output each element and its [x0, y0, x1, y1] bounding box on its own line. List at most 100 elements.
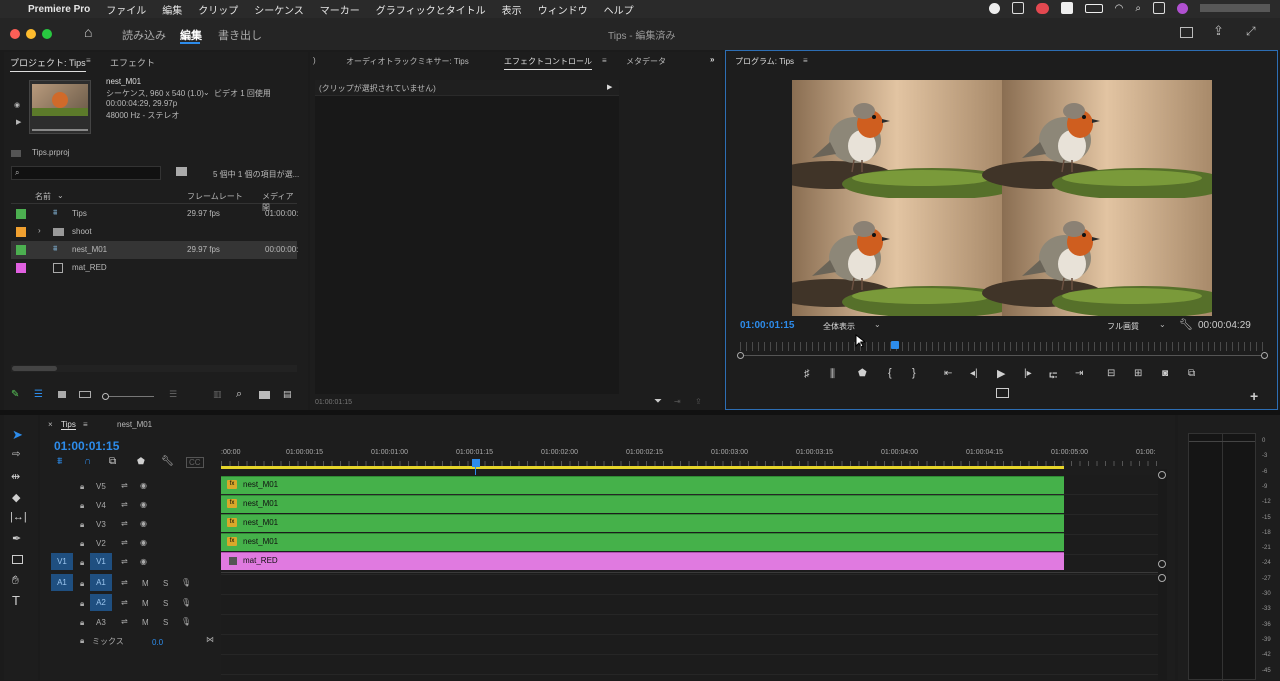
workspace-edit[interactable]: 編集 [180, 27, 202, 43]
solo-button[interactable]: S [163, 599, 168, 608]
chevron-down-icon[interactable]: ⌄ [203, 88, 210, 97]
menu-file[interactable]: ファイル [106, 2, 146, 17]
poster-frame-icon[interactable]: ◉ [14, 101, 20, 109]
captions-icon[interactable]: CC [186, 457, 204, 468]
control-center-icon[interactable] [1153, 2, 1165, 14]
workspace-export[interactable]: 書き出し [218, 27, 262, 43]
go-to-in-icon[interactable]: ⇤ [944, 368, 952, 379]
zoom-level-dropdown[interactable]: 全体表示 ⌄ [818, 318, 884, 332]
sort-chevron-icon[interactable]: ⌄ [57, 191, 64, 200]
selection-tool-icon[interactable]: ➤ [12, 427, 23, 443]
freeform-view-icon[interactable] [79, 391, 91, 398]
program-video-frame[interactable] [771, 79, 1233, 319]
lift-icon[interactable]: ⊟ [1107, 368, 1115, 379]
menu-help[interactable]: ヘルプ [604, 2, 634, 17]
automate-to-sequence-icon[interactable]: ▥ [213, 389, 222, 400]
step-forward-icon[interactable]: |▸ [1024, 368, 1032, 379]
display-icon[interactable] [1011, 2, 1024, 14]
column-framerate[interactable]: フレームレート [187, 191, 243, 202]
eye-icon[interactable]: ◉ [140, 557, 147, 566]
mark-in-icon[interactable]: { [888, 367, 892, 379]
project-item[interactable]: › shoot [11, 223, 297, 241]
minimize-window-button[interactable] [26, 29, 36, 39]
pencil-icon[interactable]: ✎ [11, 389, 19, 400]
quick-export-icon[interactable] [1180, 27, 1193, 38]
panel-overflow-icon[interactable]: » [710, 55, 714, 64]
lock-icon[interactable]: 🔒︎ [80, 636, 84, 646]
filter-icon[interactable]: ⏷ [654, 396, 662, 407]
play-button[interactable]: ▶ [997, 367, 1005, 380]
icon-view-icon[interactable] [58, 391, 66, 398]
menu-sequence[interactable]: シーケンス [254, 2, 304, 17]
microphone-icon[interactable]: 🎙︎ [181, 578, 191, 587]
source-patch-a1[interactable]: A1 [51, 574, 73, 591]
extract-icon[interactable]: ⊞ [1134, 368, 1142, 379]
lock-icon[interactable]: 🔒︎ [80, 539, 84, 549]
share-icon[interactable]: ⇪ [1213, 23, 1224, 39]
camera-icon[interactable]: ◙ [1162, 368, 1168, 379]
wrench-icon[interactable]: 🔧︎ [161, 456, 174, 467]
panel-menu-icon[interactable]: ≡ [602, 56, 607, 65]
eye-icon[interactable]: ◉ [140, 500, 147, 509]
close-tab-icon[interactable]: × [48, 420, 53, 429]
tab-sequence-nest[interactable]: nest_M01 [117, 420, 152, 429]
sync-lock-icon[interactable]: ⇌ [121, 538, 128, 547]
project-item-selected[interactable]: ⩩ nest_M01 29.97 fps 00:00:00: [11, 241, 298, 259]
eye-icon[interactable]: ◉ [140, 519, 147, 528]
tab-effect-controls[interactable]: エフェクトコントロール [504, 56, 592, 70]
scroll-handle-mid[interactable] [1158, 560, 1166, 568]
program-zoom-bar[interactable] [737, 352, 1268, 359]
zoom-slider[interactable] [102, 393, 154, 400]
lock-icon[interactable]: 🔒︎ [80, 579, 84, 589]
razor-tool-icon[interactable]: ◆ [12, 491, 20, 504]
mix-pan-icon[interactable]: ⋈ [206, 635, 214, 644]
menu-edit[interactable]: 編集 [162, 2, 182, 17]
solo-button[interactable]: S [163, 579, 168, 588]
sort-icon[interactable]: ☰ [169, 389, 177, 400]
timeline-vertical-scroll[interactable] [1158, 469, 1167, 680]
battery-icon[interactable] [1084, 3, 1103, 13]
expand-chevron-icon[interactable]: › [38, 226, 41, 235]
lock-icon[interactable]: 🔒︎ [80, 558, 84, 568]
track-label-v4[interactable]: V4 [96, 501, 106, 510]
expand-timeline-icon[interactable]: ▶ [607, 83, 612, 91]
lock-icon[interactable]: 🔒︎ [80, 520, 84, 530]
ripple-edit-tool-icon[interactable]: ⇹ [11, 470, 20, 483]
sync-lock-icon[interactable]: ⇌ [121, 519, 128, 528]
panel-menu-icon[interactable]: ≡ [83, 420, 88, 429]
new-bin-icon[interactable] [259, 391, 270, 399]
column-name[interactable]: 名前 [35, 191, 51, 202]
hand-tool-icon[interactable]: ✋︎ [12, 573, 19, 588]
timeline-clip[interactable]: fx nest_M01 [221, 514, 1064, 532]
project-item[interactable]: ⩩ Tips 29.97 fps 01:00:00: [11, 205, 298, 223]
menu-window[interactable]: ウィンドウ [538, 2, 588, 17]
wifi-icon[interactable]: ◠ [1115, 3, 1124, 14]
mix-value[interactable]: 0.0 [152, 638, 163, 647]
source-patch-v1[interactable]: V1 [51, 553, 73, 570]
track-target-a2[interactable]: A2 [90, 594, 112, 611]
wrench-icon[interactable]: 🔧︎ [1179, 318, 1193, 331]
track-label-v2[interactable]: V2 [96, 539, 106, 548]
menu-clip[interactable]: クリップ [198, 2, 238, 17]
lock-icon[interactable]: 🔒︎ [80, 501, 84, 511]
panel-menu-icon[interactable]: ≡ [86, 56, 91, 65]
snap-icon[interactable]: ∩ [84, 456, 91, 467]
timeline-timecode[interactable]: 01:00:01:15 [54, 439, 119, 453]
marker-icon[interactable]: ⫼ [830, 368, 835, 381]
track-target-v1[interactable]: V1 [90, 553, 112, 570]
insert-nest-icon[interactable]: ⩩ [57, 456, 62, 467]
tab-effects[interactable]: エフェクト [110, 56, 155, 69]
program-monitor-title[interactable]: プログラム: Tips [735, 56, 794, 67]
export-icon[interactable]: ⇪ [695, 397, 702, 406]
go-to-out-icon[interactable]: ⇥ [1075, 368, 1083, 379]
menu-marker[interactable]: マーカー [320, 2, 360, 17]
slip-tool-icon[interactable]: |↔| [10, 511, 27, 523]
scroll-handle-top[interactable] [1158, 471, 1166, 479]
audio-only-icon[interactable]: ⇥ [674, 397, 681, 406]
pen-tool-icon[interactable]: ✒ [12, 532, 21, 545]
menu-view[interactable]: 表示 [502, 2, 522, 17]
eye-icon[interactable]: ◉ [140, 481, 147, 490]
linked-selection-icon[interactable]: ⧉ [109, 456, 116, 467]
tab-metadata[interactable]: メタデータ [626, 56, 666, 67]
safe-margins-icon[interactable] [996, 388, 1009, 398]
